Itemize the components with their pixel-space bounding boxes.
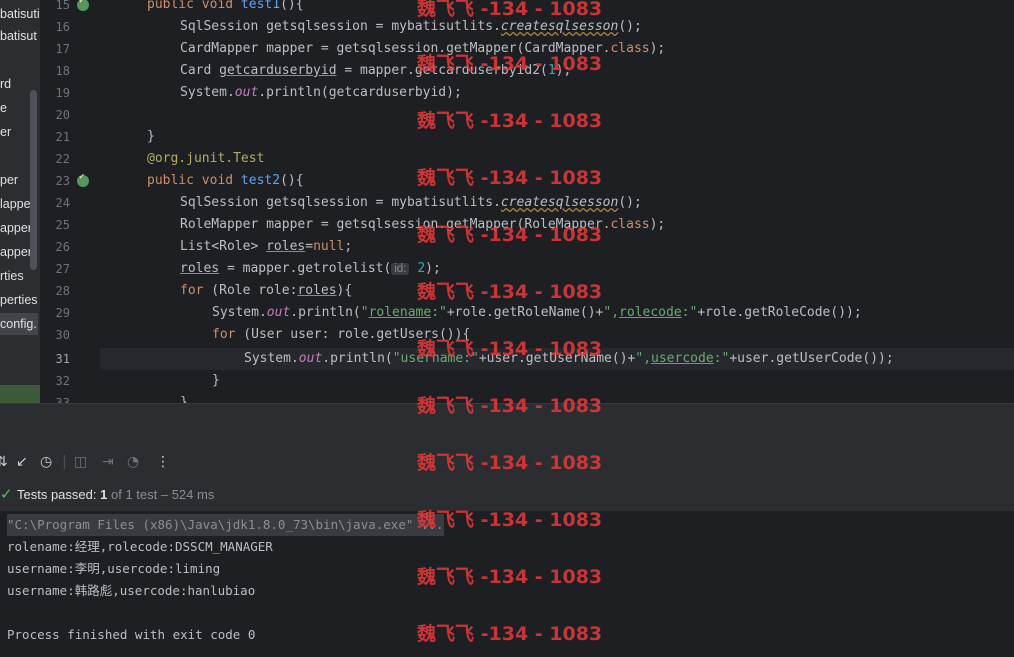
line-number: 17	[55, 42, 70, 56]
code-line-28: for (Role role:roles){	[180, 283, 353, 298]
test-duration: – 524 ms	[160, 487, 215, 502]
test-status-text: Tests passed: 1 of 1 test – 524 ms	[17, 481, 214, 509]
code-line-19: System.out.println(getcarduserbyid);	[180, 85, 462, 100]
line-number: 28	[55, 284, 70, 298]
history-icon[interactable]: ◷	[40, 454, 52, 470]
code-line-24: SqlSession getsqlsession = mybatisutlits…	[180, 195, 642, 210]
line-number: 24	[55, 196, 70, 210]
coverage-icon[interactable]: ◔	[127, 454, 139, 470]
passed-count: 1	[100, 487, 108, 502]
line-number: 20	[55, 108, 70, 122]
check-icon: ✓	[0, 486, 13, 503]
tree-item[interactable]: e	[0, 97, 7, 119]
tree-item[interactable]: batisut	[0, 25, 37, 47]
tree-item-selected[interactable]: config.	[0, 313, 38, 335]
line-number: 21	[55, 130, 70, 144]
line-number: 26	[55, 240, 70, 254]
line-number: 16	[55, 20, 70, 34]
code-line-31-current: System.out.println("username:"+user.getU…	[100, 348, 1014, 370]
status-label: Tests passed:	[17, 487, 97, 502]
project-tree-panel: batisutil batisut rd e er per lapper app…	[0, 0, 40, 403]
tree-item[interactable]: rties	[0, 265, 24, 287]
more-options-icon[interactable]: ⋮	[156, 454, 170, 470]
import-icon[interactable]: ⇥	[102, 454, 114, 470]
code-line-18: Card getcarduserbyid = mapper.getcarduse…	[180, 63, 572, 78]
test-total: of 1 test	[110, 487, 158, 502]
tree-item[interactable]: per	[0, 169, 18, 191]
line-number: 29	[55, 306, 70, 320]
tree-item[interactable]: perties	[0, 289, 38, 311]
line-number: 27	[55, 262, 70, 276]
code-line-22: @org.junit.Test	[147, 151, 265, 166]
line-number: 30	[55, 328, 70, 342]
toolbar-separator: |	[62, 454, 67, 470]
tree-item[interactable]: er	[0, 121, 11, 143]
line-number: 15	[55, 0, 70, 12]
console-output[interactable]: "C:\Program Files (x86)\Java\jdk1.8.0_73…	[0, 511, 1014, 657]
param-hint: id:	[391, 263, 410, 275]
code-line-32: }	[212, 373, 220, 388]
console-command-line[interactable]: "C:\Program Files (x86)\Java\jdk1.8.0_73…	[7, 514, 444, 536]
code-line-16: SqlSession getsqlsession = mybatisutlits…	[180, 19, 642, 34]
panel-divider[interactable]	[0, 403, 1014, 444]
code-line-23: public void test2(){	[147, 173, 304, 188]
test-status-bar: ✓ Tests passed: 1 of 1 test – 524 ms	[0, 481, 1014, 511]
code-line-17: CardMapper mapper = getsqlsession.getMap…	[180, 41, 666, 56]
code-line-25: RoleMapper mapper = getsqlsession.getMap…	[180, 217, 666, 232]
code-editor[interactable]: public void test1(){ SqlSession getsqlse…	[100, 0, 1014, 403]
console-line: username:李明,usercode:liming	[7, 561, 221, 576]
line-number: 32	[55, 374, 70, 388]
line-number: 23	[55, 174, 70, 188]
console-line: rolename:经理,rolecode:DSSCM_MANAGER	[7, 539, 273, 554]
line-number: 18	[55, 64, 70, 78]
camera-icon[interactable]: ◫	[74, 454, 87, 470]
run-test-icon[interactable]	[77, 172, 89, 187]
code-line-26: List<Role> roles=null;	[180, 239, 353, 254]
console-line: Process finished with exit code 0	[7, 627, 256, 642]
code-line-15: public void test1(){	[147, 0, 304, 12]
line-number: 22	[55, 152, 70, 166]
sort-icon[interactable]: ⇅	[0, 454, 8, 470]
code-line-27: roles = mapper.getrolelist(id: 2);	[180, 261, 441, 276]
tree-item[interactable]: rd	[0, 73, 11, 95]
code-line-21: }	[147, 129, 155, 144]
run-toolbar: ⇅ ↙ ◷ | ◫ ⇥ ◔ ⋮	[0, 443, 1014, 482]
code-line-29: System.out.println("rolename:"+role.getR…	[212, 305, 862, 320]
line-number: 19	[55, 86, 70, 100]
line-number-current: 31	[55, 352, 70, 366]
tree-scrollbar[interactable]	[30, 90, 37, 270]
code-line-30: for (User user: role.getUsers()){	[212, 327, 471, 342]
line-number: 25	[55, 218, 70, 232]
code-line-33: }	[180, 395, 188, 403]
tree-item[interactable]: batisutil	[0, 3, 40, 25]
console-line: username:韩路彪,usercode:hanlubiao	[7, 583, 256, 598]
tree-status-strip	[0, 385, 40, 403]
collapse-icon[interactable]: ↙	[16, 454, 28, 470]
